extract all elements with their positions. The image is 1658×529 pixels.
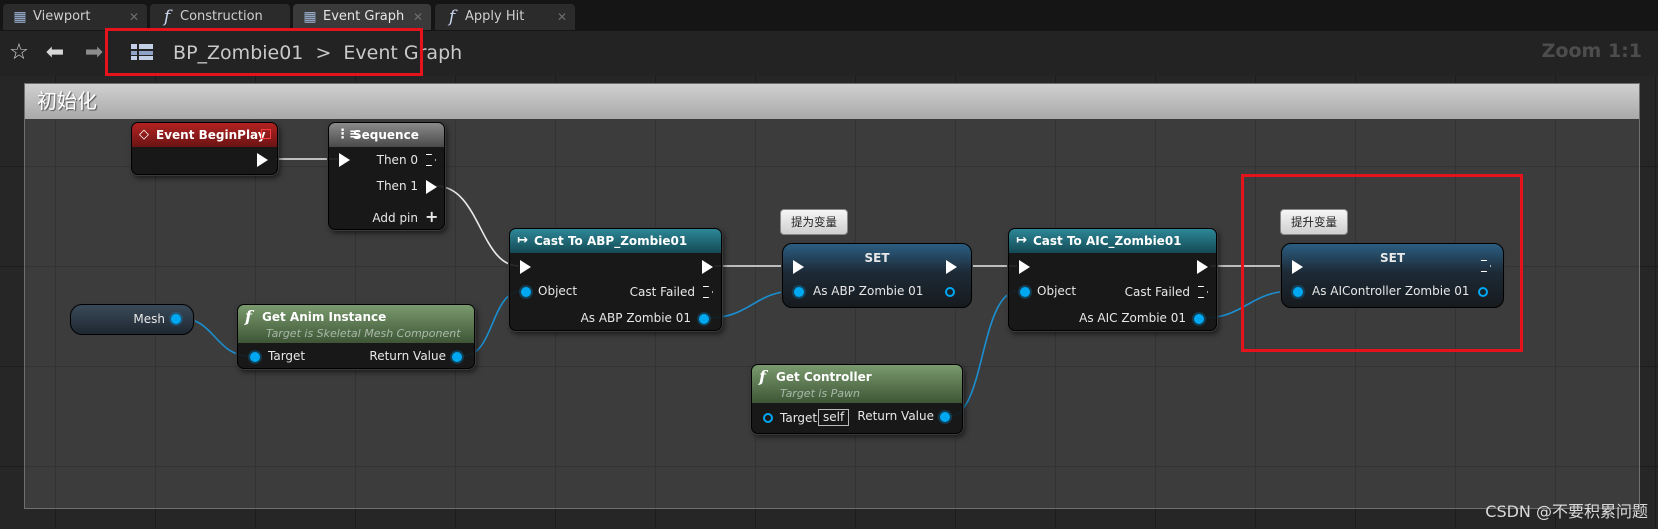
delegate-pin-icon[interactable]	[261, 129, 271, 139]
node-header: ◇ Event BeginPlay	[132, 123, 277, 147]
data-in-pin[interactable]	[1020, 287, 1030, 297]
node-title: SET	[864, 251, 890, 265]
sequence-icon: ⋮≡	[336, 127, 360, 142]
return-value-label: Return Value	[369, 349, 446, 363]
data-out-pin[interactable]	[945, 287, 955, 297]
data-in-pin[interactable]	[250, 352, 260, 362]
set-abp-node[interactable]: SET As ABP Zombie 01	[782, 243, 972, 308]
highlight-box-breadcrumb	[105, 28, 423, 76]
node-title: Event BeginPlay	[156, 128, 266, 142]
add-pin-label[interactable]: Add pin	[372, 211, 418, 225]
data-out-pin[interactable]	[452, 352, 462, 362]
event-beginplay-node[interactable]: ◇ Event BeginPlay	[131, 122, 278, 175]
add-pin-plus-icon[interactable]: +	[425, 207, 438, 226]
node-title: Get Controller	[776, 370, 872, 384]
return-value-label: Return Value	[857, 409, 934, 423]
data-in-pin[interactable]	[794, 287, 804, 297]
exec-out-pin[interactable]	[1197, 260, 1208, 274]
exec-in-pin[interactable]	[1019, 260, 1030, 274]
exec-out-pin[interactable]	[702, 260, 713, 274]
exec-in-pin[interactable]	[339, 153, 350, 167]
node-subtitle: Target is Skeletal Mesh Component	[266, 327, 461, 340]
node-title: Cast To ABP_Zombie01	[534, 234, 688, 248]
as-output-label: As AIC Zombie 01	[1079, 311, 1186, 325]
cast-arrow-icon: ↦	[517, 233, 528, 248]
data-in-pin[interactable]	[763, 413, 773, 423]
exec-in-pin[interactable]	[793, 260, 804, 274]
event-diamond-icon: ◇	[139, 127, 149, 142]
then0-label: Then 0	[376, 153, 418, 167]
function-icon: f	[759, 367, 766, 386]
highlight-box-set-aic	[1241, 174, 1523, 352]
target-label: Target	[780, 411, 818, 425]
sequence-node[interactable]: ⋮≡ Sequence Then 0 Then 1 Add pin +	[328, 122, 445, 230]
node-header: ↦ Cast To AIC_Zombie01	[1009, 229, 1216, 253]
data-out-pin[interactable]	[940, 412, 950, 422]
target-label: Target	[268, 349, 306, 363]
data-out-pin[interactable]	[699, 314, 709, 324]
node-header: ↦ Cast To ABP_Zombie01	[510, 229, 721, 253]
cast-to-aic-node[interactable]: ↦ Cast To AIC_Zombie01 Object Cast Faile…	[1008, 228, 1217, 331]
mesh-variable-node[interactable]: Mesh	[70, 304, 194, 335]
exec-out-pin[interactable]	[426, 154, 436, 166]
node-subtitle: Target is Pawn	[780, 387, 861, 400]
cast-failed-label: Cast Failed	[629, 285, 695, 299]
get-controller-node[interactable]: f Get Controller Target is Pawn Target s…	[751, 364, 963, 434]
self-default-value[interactable]: self	[818, 409, 850, 426]
exec-out-pin[interactable]	[1198, 286, 1208, 298]
exec-out-pin[interactable]	[426, 180, 437, 194]
cast-to-abp-node[interactable]: ↦ Cast To ABP_Zombie01 Object Cast Faile…	[509, 228, 722, 331]
then1-label: Then 1	[376, 179, 418, 193]
get-anim-instance-node[interactable]: f Get Anim Instance Target is Skeletal M…	[237, 304, 475, 369]
data-out-pin[interactable]	[1194, 314, 1204, 324]
variable-label: Mesh	[133, 312, 165, 326]
as-output-label: As ABP Zombie 01	[580, 311, 691, 325]
cast-arrow-icon: ↦	[1016, 233, 1027, 248]
node-title: Cast To AIC_Zombie01	[1033, 234, 1182, 248]
node-comment-bubble[interactable]: 提为变量	[780, 209, 848, 235]
cast-failed-label: Cast Failed	[1124, 285, 1190, 299]
variable-label: As ABP Zombie 01	[813, 284, 924, 298]
node-title: Sequence	[353, 128, 419, 142]
exec-out-pin[interactable]	[946, 260, 957, 274]
data-out-pin[interactable]	[171, 314, 181, 324]
exec-in-pin[interactable]	[520, 260, 531, 274]
exec-out-pin[interactable]	[257, 153, 268, 167]
node-title: Get Anim Instance	[262, 310, 387, 324]
object-label: Object	[1037, 284, 1077, 298]
watermark-text: CSDN @不要积累问题	[1485, 502, 1648, 521]
function-icon: f	[245, 307, 252, 326]
object-label: Object	[538, 284, 578, 298]
exec-out-pin[interactable]	[703, 286, 713, 298]
node-header: ⋮≡ Sequence	[329, 123, 444, 147]
data-in-pin[interactable]	[521, 287, 531, 297]
